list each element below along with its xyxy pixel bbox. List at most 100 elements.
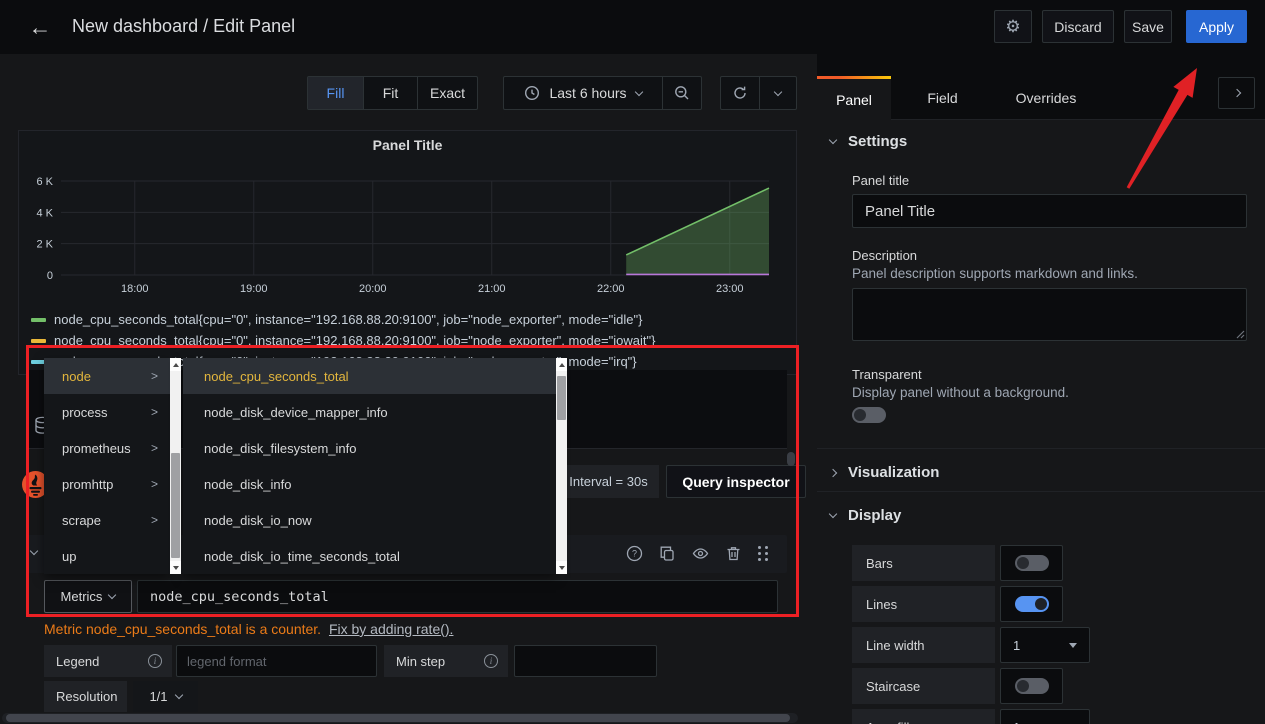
metric-option[interactable]: node_disk_io_now [183, 502, 556, 538]
settings-section-header[interactable]: Settings [830, 133, 907, 150]
discard-button[interactable]: Discard [1042, 10, 1114, 43]
dashboard-settings-button[interactable]: ⚙ [994, 10, 1032, 43]
fix-rate-link[interactable]: Fix by adding rate(). [329, 621, 454, 637]
info-icon[interactable]: i [148, 654, 162, 668]
horizontal-scrollbar-thumb[interactable] [6, 714, 790, 722]
clock-icon [524, 85, 540, 101]
x-axis-tick: 21:00 [478, 283, 506, 295]
metric-option[interactable]: node_disk_filesystem_info [183, 430, 556, 466]
save-button[interactable]: Save [1124, 10, 1172, 43]
category-label: prometheus [62, 441, 131, 456]
min-step-input[interactable] [514, 645, 657, 677]
legend-color-swatch[interactable] [31, 318, 46, 322]
query-row-actions: ? [626, 545, 769, 562]
metric-category-item[interactable]: up [44, 538, 170, 574]
display-section-header[interactable]: Display [830, 507, 901, 524]
transparent-toggle[interactable] [852, 407, 886, 423]
collapse-pane-button[interactable] [1218, 77, 1255, 109]
category-label: process [62, 405, 108, 420]
metric-category-item[interactable]: promhttp> [44, 466, 170, 502]
description-textarea[interactable] [852, 288, 1247, 341]
scroll-down-icon[interactable] [559, 566, 565, 570]
legend-color-swatch[interactable] [31, 339, 46, 343]
top-bar: ← New dashboard / Edit Panel ⚙ Discard S… [0, 0, 1265, 54]
info-icon[interactable]: i [484, 654, 498, 668]
visualization-heading: Visualization [848, 464, 939, 481]
refresh-interval-dropdown[interactable] [760, 77, 796, 109]
exact-option[interactable]: Exact [418, 77, 477, 109]
display-option-row: Area fill1 [852, 709, 1265, 724]
toggle-switch[interactable] [1015, 555, 1049, 571]
legend-item[interactable]: node_cpu_seconds_total{cpu="0", instance… [31, 309, 655, 330]
staircase-toggle[interactable] [1000, 668, 1063, 704]
metric-category-menu: node>process>prometheus>promhttp>scrape>… [44, 358, 170, 574]
horizontal-scrollbar[interactable] [2, 713, 798, 723]
metric-category-item[interactable]: process> [44, 394, 170, 430]
pane-size-toggle-group: Fill Fit Exact [307, 76, 478, 110]
bars-toggle[interactable] [1000, 545, 1063, 581]
panel-title-input[interactable] [852, 194, 1247, 228]
metric-category-item[interactable]: scrape> [44, 502, 170, 538]
y-axis-tick: 2 K [36, 239, 53, 251]
metric-option-label: node_disk_io_time_seconds_total [204, 549, 400, 564]
help-icon[interactable]: ? [626, 545, 643, 562]
toggle-switch[interactable] [1015, 596, 1049, 612]
resolution-dropdown[interactable]: 1/1 [133, 681, 198, 712]
chevron-down-icon [829, 136, 837, 144]
line-width-select[interactable]: 1 [1000, 627, 1090, 663]
display-option-label: Staircase [852, 668, 995, 704]
legend-item[interactable]: node_cpu_seconds_total{cpu="0", instance… [31, 330, 655, 351]
caret-down-icon [1069, 643, 1077, 648]
metric-query-input[interactable] [137, 580, 778, 613]
query-inspector-button[interactable]: Query inspector [666, 465, 806, 498]
textarea-resize-handle[interactable] [1236, 330, 1245, 339]
series-area [626, 188, 769, 275]
chevron-down-icon [829, 510, 837, 518]
drag-handle-icon[interactable] [758, 546, 769, 561]
fit-option[interactable]: Fit [364, 77, 418, 109]
metric-category-item[interactable]: node> [44, 358, 170, 394]
display-option-label: Lines [852, 586, 995, 622]
fill-option[interactable]: Fill [308, 77, 364, 109]
display-heading: Display [848, 507, 901, 524]
tab-field[interactable]: Field [905, 76, 980, 120]
lines-toggle[interactable] [1000, 586, 1063, 622]
panel-title-label: Panel title [852, 173, 909, 188]
duplicate-query-icon[interactable] [659, 545, 676, 562]
zoom-out-button[interactable] [663, 77, 701, 109]
transparent-hint: Display panel without a background. [852, 385, 1069, 400]
scroll-up-icon[interactable] [559, 363, 565, 367]
apply-button[interactable]: Apply [1186, 10, 1247, 43]
metrics-dropdown-button[interactable]: Metrics [44, 580, 132, 613]
metric-option[interactable]: node_cpu_seconds_total [183, 358, 556, 394]
legend-format-label: Legend [56, 654, 99, 669]
display-option-row: Line width1 [852, 627, 1265, 663]
metric-option[interactable]: node_disk_device_mapper_info [183, 394, 556, 430]
legend-series-label: node_cpu_seconds_total{cpu="0", instance… [54, 333, 655, 348]
resolution-value: 1/1 [149, 689, 167, 704]
disable-query-eye-icon[interactable] [692, 545, 709, 562]
back-arrow-icon[interactable]: ← [24, 12, 56, 42]
scroll-up-icon[interactable] [173, 363, 179, 367]
legend-format-input[interactable] [176, 645, 377, 677]
legend-format-label-box: Legend i [44, 645, 172, 677]
metric-option[interactable]: node_disk_info [183, 466, 556, 502]
submenu-chevron-icon: > [151, 369, 158, 383]
metric-menu-scrollbar[interactable] [556, 358, 567, 574]
min-step-label-box: Min step i [384, 645, 508, 677]
scroll-down-icon[interactable] [173, 566, 179, 570]
vertical-scrollbar-thumb[interactable] [787, 452, 795, 466]
time-range-picker[interactable]: Last 6 hours [504, 77, 663, 109]
refresh-button[interactable] [721, 77, 760, 109]
chevron-down-icon [634, 87, 642, 95]
delete-query-trash-icon[interactable] [725, 545, 742, 562]
metric-option[interactable]: node_disk_io_time_seconds_total [183, 538, 556, 574]
toggle-switch[interactable] [1015, 678, 1049, 694]
area-fill-select[interactable]: 1 [1000, 709, 1090, 724]
tab-overrides[interactable]: Overrides [1000, 76, 1092, 120]
zoom-out-icon [674, 85, 690, 101]
metric-category-item[interactable]: prometheus> [44, 430, 170, 466]
category-menu-scrollbar[interactable] [170, 358, 181, 574]
tab-panel[interactable]: Panel [817, 76, 891, 120]
visualization-section-header[interactable]: Visualization [830, 464, 939, 481]
